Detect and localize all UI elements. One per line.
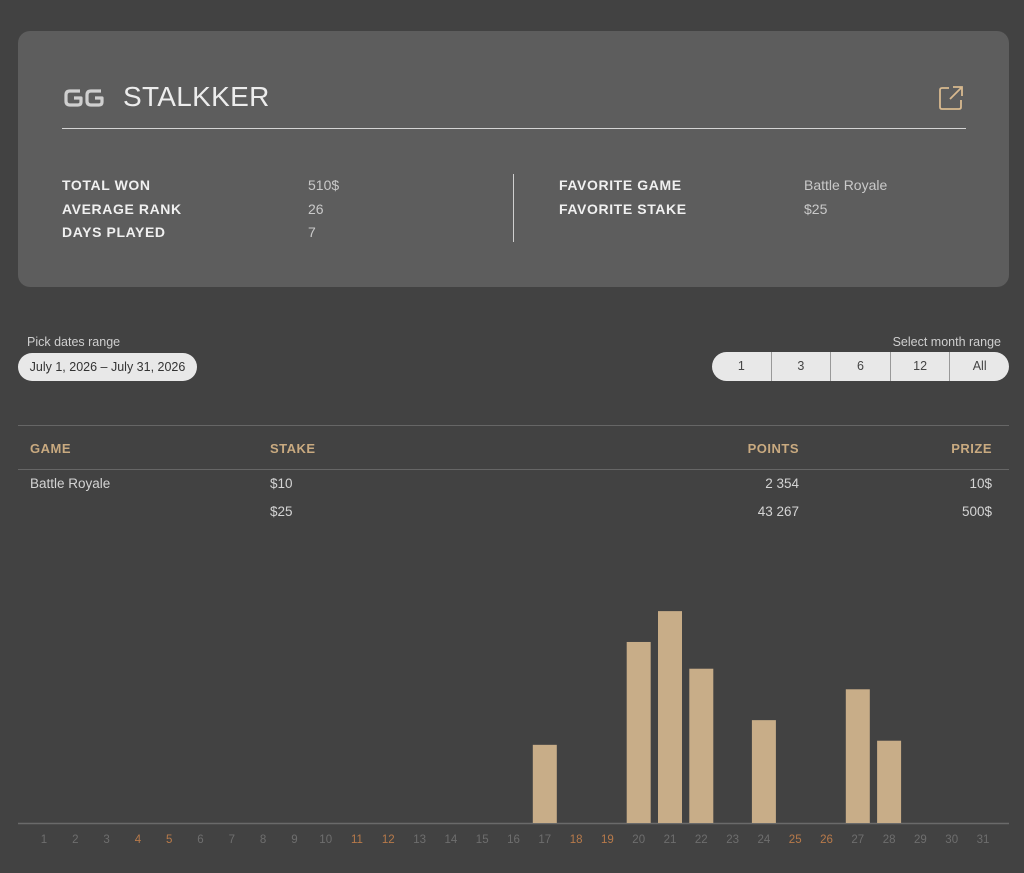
- chart-bar-day-27[interactable]: [845, 689, 870, 823]
- stat-value: 26: [308, 200, 324, 217]
- chart-bar-day-20[interactable]: [626, 641, 651, 823]
- cell-stake: $10: [270, 476, 293, 491]
- x-tick-label: 12: [382, 834, 395, 846]
- x-tick-label: 20: [632, 834, 645, 846]
- month-range-all-button[interactable]: All: [949, 352, 1009, 381]
- stat-value: 7: [308, 224, 316, 240]
- table-header-border: [18, 469, 1009, 470]
- x-tick-label: 13: [413, 834, 426, 846]
- stat-label: AVERAGE RANK: [62, 200, 182, 217]
- cell-game: Battle Royale: [30, 476, 111, 491]
- stat-label: FAVORITE GAME: [559, 177, 682, 193]
- date-range-picker[interactable]: July 1, 2026 – July 31, 2026: [18, 353, 197, 381]
- cell-points: 43 267: [757, 504, 799, 519]
- x-tick-label: 17: [538, 834, 551, 846]
- x-tick-label: 16: [507, 834, 520, 846]
- chart-bar-day-28[interactable]: [877, 740, 902, 823]
- player-summary-card: STALKKER TOTAL WON 510$ AVERAGE RANK 26 …: [18, 31, 1009, 287]
- x-tick-label: 11: [351, 834, 363, 846]
- x-tick-label: 1: [41, 834, 47, 846]
- x-tick-label: 26: [820, 834, 833, 846]
- month-range-1-button[interactable]: 1: [712, 352, 771, 381]
- month-range-3-button[interactable]: 3: [770, 352, 831, 381]
- month-range-label: Select month range: [892, 335, 1001, 349]
- x-tick-label: 4: [135, 834, 142, 846]
- stats-separator: [513, 174, 514, 242]
- player-name: STALKKER: [123, 81, 270, 112]
- x-tick-label: 8: [260, 834, 266, 846]
- x-tick-label: 7: [229, 834, 235, 846]
- x-tick-label: 9: [291, 834, 297, 846]
- chart-bar-day-24[interactable]: [751, 720, 776, 823]
- stat-value: 510$: [308, 177, 340, 193]
- stat-label: DAYS PLAYED: [62, 224, 166, 240]
- month-range-12-button[interactable]: 12: [889, 352, 950, 381]
- cell-points: 2 354: [765, 476, 799, 491]
- cell-prize: 500$: [961, 504, 992, 519]
- x-tick-label: 14: [445, 834, 458, 846]
- table-top-border: [18, 425, 1009, 426]
- gg-poker-logo-icon: [64, 89, 104, 107]
- cell-prize: 10$: [969, 476, 992, 491]
- x-tick-label: 24: [758, 834, 771, 846]
- x-tick-label: 15: [476, 834, 489, 846]
- daily-activity-chart: 1 2 3 4 5 6 7 8 9 10 11 12 13 14 15 16 17 18 19 20 21 22 23 24 2…: [18, 611, 1009, 846]
- chart-bar-day-22[interactable]: [689, 668, 714, 823]
- stat-value: $25: [804, 200, 828, 217]
- x-tick-label: 18: [570, 834, 583, 846]
- x-tick-label: 10: [319, 834, 332, 846]
- stat-value: Battle Royale: [804, 177, 888, 193]
- dates-range-label: Pick dates range: [27, 335, 121, 349]
- stat-label: FAVORITE STAKE: [559, 200, 687, 217]
- x-tick-label: 30: [945, 834, 958, 846]
- month-range-6-button[interactable]: 6: [830, 352, 890, 381]
- x-tick-label: 6: [197, 834, 203, 846]
- column-header-game[interactable]: GAME: [30, 441, 71, 456]
- x-tick-label: 28: [883, 834, 896, 846]
- x-tick-label: 23: [726, 834, 739, 846]
- x-tick-label: 22: [695, 834, 708, 846]
- column-header-prize[interactable]: PRIZE: [951, 441, 992, 456]
- chart-bar-day-21[interactable]: [658, 611, 682, 823]
- x-tick-label: 5: [166, 834, 172, 846]
- card-divider: [62, 128, 966, 129]
- external-link-icon[interactable]: [938, 85, 964, 111]
- x-tick-label: 19: [601, 834, 614, 846]
- chart-bar-day-17[interactable]: [532, 744, 557, 823]
- x-tick-label: 21: [664, 834, 677, 846]
- cell-stake: $25: [270, 504, 293, 519]
- x-tick-label: 27: [851, 834, 864, 846]
- x-tick-label: 2: [72, 834, 78, 846]
- month-range-selector: 1 3 6 12 All: [712, 352, 1009, 381]
- column-header-points[interactable]: POINTS: [748, 441, 799, 456]
- x-tick-label: 3: [103, 834, 109, 846]
- x-tick-label: 31: [977, 834, 990, 846]
- x-tick-label: 25: [789, 834, 802, 846]
- x-tick-label: 29: [914, 834, 927, 846]
- stat-label: TOTAL WON: [62, 177, 151, 193]
- column-header-stake[interactable]: STAKE: [270, 441, 316, 456]
